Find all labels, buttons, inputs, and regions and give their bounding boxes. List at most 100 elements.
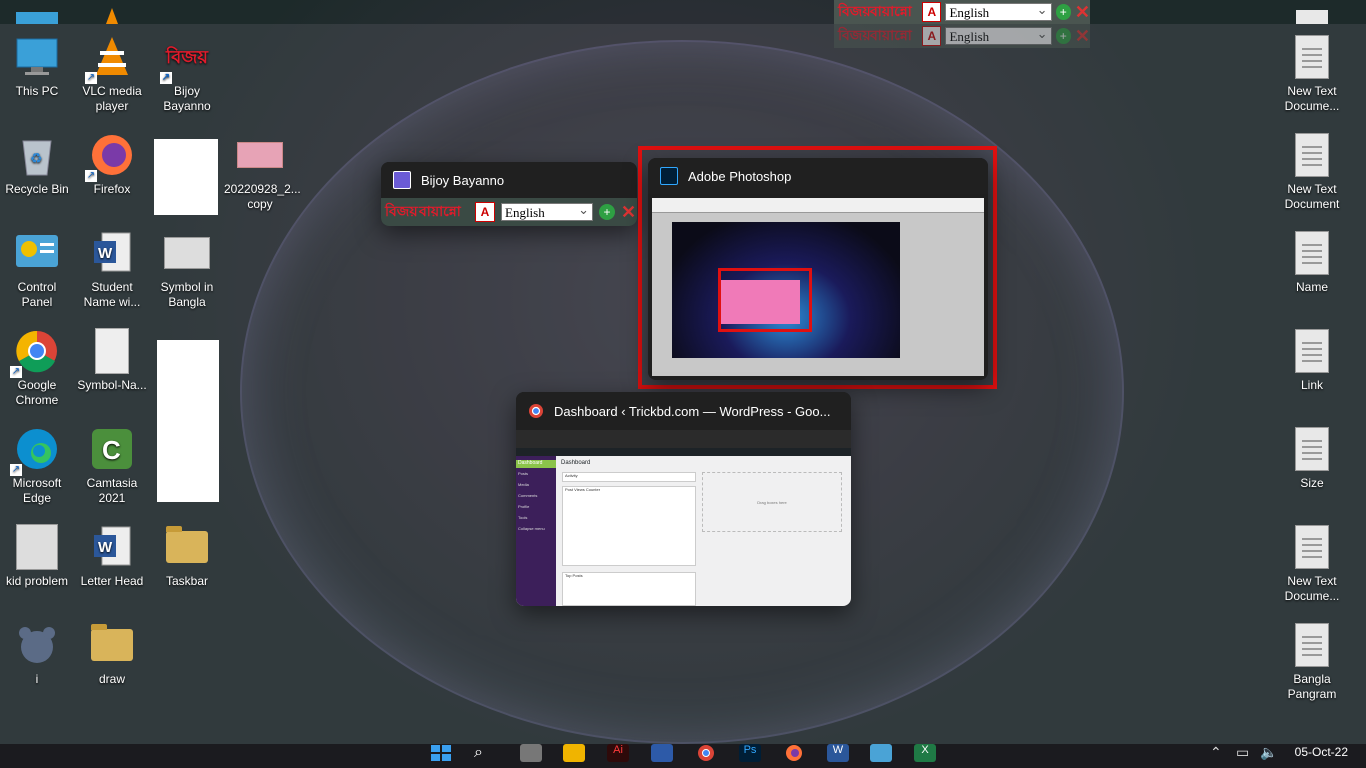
bijoy-name: বায়ান্নো (419, 203, 461, 219)
excel-icon[interactable]: X (914, 744, 936, 762)
desktop-icon-google-chrome[interactable]: Google Chrome (1, 328, 73, 408)
close-icon: ✕ (621, 202, 637, 222)
text-document-icon (1289, 230, 1335, 276)
desktop-icon-letter-head[interactable]: W Letter Head (76, 524, 148, 589)
desktop-icon-label: Letter Head (80, 574, 144, 588)
desktop-icon-control-panel[interactable]: Control Panel (1, 230, 73, 310)
desktop-icon-bijoy[interactable]: বিজয় Bijoy Bayanno (151, 34, 223, 114)
desktop-icon-i[interactable]: i (1, 622, 73, 687)
desktop-icon-label: draw (98, 672, 125, 686)
redacted-icon (154, 139, 218, 215)
search-icon[interactable]: ⌕ (474, 744, 496, 762)
file-explorer-icon[interactable] (563, 744, 585, 762)
desktop-icon-label: Name (1295, 280, 1328, 294)
desktop-icon-draw[interactable]: draw (76, 622, 148, 687)
chrome-icon (529, 404, 543, 418)
folder-icon (89, 622, 135, 668)
vlc-icon (85, 34, 135, 84)
close-icon[interactable]: ✕ (1075, 3, 1090, 21)
alt-tab-card-bijoy[interactable]: Bijoy Bayanno বিজয় বায়ান্নো A English … (381, 162, 637, 226)
desktop-icon-new-text-doc-2[interactable]: New Text Document (1276, 132, 1348, 212)
desktop-icon-label: VLC media player (82, 84, 142, 113)
app-icon[interactable] (651, 744, 673, 762)
bijoy-toolbar-ghost: বিজয় বায়ান্নো A English + ✕ (834, 24, 1090, 48)
preview-toolbar (652, 198, 984, 213)
desktop-icon-label: Student Name wi... (83, 280, 141, 309)
chrome-icon[interactable] (695, 744, 717, 762)
desktop-icon-label: New Text Document (1284, 182, 1340, 211)
text-document-icon (1289, 426, 1335, 472)
desktop-icon-microsoft-edge[interactable]: Microsoft Edge (1, 426, 73, 506)
bijoy-logo: বিজয় (838, 3, 871, 19)
desktop-icon-firefox[interactable]: Firefox (76, 132, 148, 197)
desktop-icon-bangla-pangram[interactable]: Bangla Pangram (1276, 622, 1348, 702)
photoshop-icon[interactable]: Ps (739, 744, 761, 762)
preview-widget: Post Views Counter (562, 486, 696, 566)
word-icon: W (89, 230, 135, 276)
bijoy-name: বায়ান্নো (870, 27, 912, 43)
bijoy-a-icon[interactable]: A (922, 2, 942, 22)
image-file-icon (89, 328, 135, 374)
desktop-icon-label: Bangla Pangram (1287, 672, 1337, 701)
illustrator-icon[interactable]: Ai (607, 744, 629, 762)
desktop-icon-label: Symbol-Na... (77, 378, 147, 392)
image-file-icon (237, 132, 283, 178)
desktop-icon-symbol-name[interactable]: Symbol-Na... (76, 328, 148, 393)
partial-icon (16, 12, 58, 24)
desktop-icon-label: This PC (15, 84, 59, 98)
desktop-icon-student-name[interactable]: W Student Name wi... (76, 230, 148, 310)
desktop-icon-new-text-doc-1[interactable]: New Text Docume... (1276, 34, 1348, 114)
image-file-icon (14, 524, 60, 570)
edge-icon (10, 426, 60, 476)
card-preview: বিজয় বায়ান্নো A English + ✕ (381, 198, 637, 226)
clock[interactable]: 05-Oct-22 (1295, 744, 1348, 760)
text-document-icon (1289, 132, 1335, 178)
desktop-icon-size[interactable]: Size (1276, 426, 1348, 491)
desktop-icon-vlc[interactable]: VLC media player (76, 34, 148, 114)
camtasia-icon: C (89, 426, 135, 472)
alt-tab-card-chrome[interactable]: Dashboard ‹ Trickbd.com — WordPress - Go… (516, 392, 851, 606)
desktop-icon-label: Symbol in Bangla (160, 280, 214, 309)
card-preview (652, 198, 984, 376)
desktop-icon-this-pc[interactable]: This PC (1, 34, 73, 99)
desktop-icon-camtasia[interactable]: C Camtasia 2021 (76, 426, 148, 506)
plus-icon: + (599, 204, 615, 220)
text-document-icon (1289, 622, 1335, 668)
recycle-bin-icon: ♻ (14, 132, 60, 178)
task-view-icon[interactable] (520, 744, 542, 762)
language-select[interactable]: English (945, 1, 1052, 21)
preview-widget: Activity (562, 472, 696, 482)
desktop-icon-name[interactable]: Name (1276, 230, 1348, 295)
preview-menu-item: Media (518, 482, 529, 487)
desktop-icon-label: i (35, 672, 39, 686)
word-icon[interactable]: W (827, 744, 849, 762)
plus-icon[interactable]: + (1055, 4, 1071, 20)
network-icon[interactable]: ▭ (1236, 744, 1249, 761)
alt-tab-card-photoshop[interactable]: Adobe Photoshop (648, 158, 988, 380)
chevron-up-icon[interactable]: ⌃ (1210, 744, 1222, 761)
desktop-icon-link[interactable]: Link (1276, 328, 1348, 393)
desktop-icon-label: 20220928_2... copy (224, 182, 301, 211)
desktop-icon-recycle-bin[interactable]: ♻ Recycle Bin (1, 132, 73, 197)
text-document-icon (1289, 328, 1335, 374)
text-document-icon (1289, 34, 1335, 80)
volume-icon[interactable]: 🔈 (1260, 744, 1277, 761)
desktop-icon-label: Recycle Bin (5, 182, 69, 196)
window-title: Bijoy Bayanno (421, 172, 505, 188)
desktop-icon-taskbar-folder[interactable]: Taskbar (151, 524, 223, 589)
card-title-bar: Dashboard ‹ Trickbd.com — WordPress - Go… (516, 392, 851, 430)
bijoy-logo: বিজয় (838, 27, 871, 43)
firefox-icon[interactable] (783, 744, 805, 762)
preview-menu-item: Profile (518, 504, 530, 509)
control-panel-icon[interactable] (870, 744, 892, 762)
desktop-icon-label: kid problem (5, 574, 69, 588)
desktop-icon-image-copy[interactable]: 20220928_2... copy (224, 132, 301, 212)
desktop-icon-new-text-doc-3[interactable]: New Text Docume... (1276, 524, 1348, 604)
firefox-icon (85, 132, 135, 182)
preview-widget: Top Posts (562, 572, 696, 606)
bijoy-toolbar[interactable]: বিজয় বায়ান্নো A English + ✕ (834, 0, 1090, 24)
desktop-icon-symbol-in-bangla[interactable]: Symbol in Bangla (151, 230, 223, 310)
preview-menu-item: Tools (518, 515, 528, 520)
start-icon[interactable] (430, 744, 452, 762)
desktop-icon-kid-problem[interactable]: kid problem (1, 524, 73, 589)
